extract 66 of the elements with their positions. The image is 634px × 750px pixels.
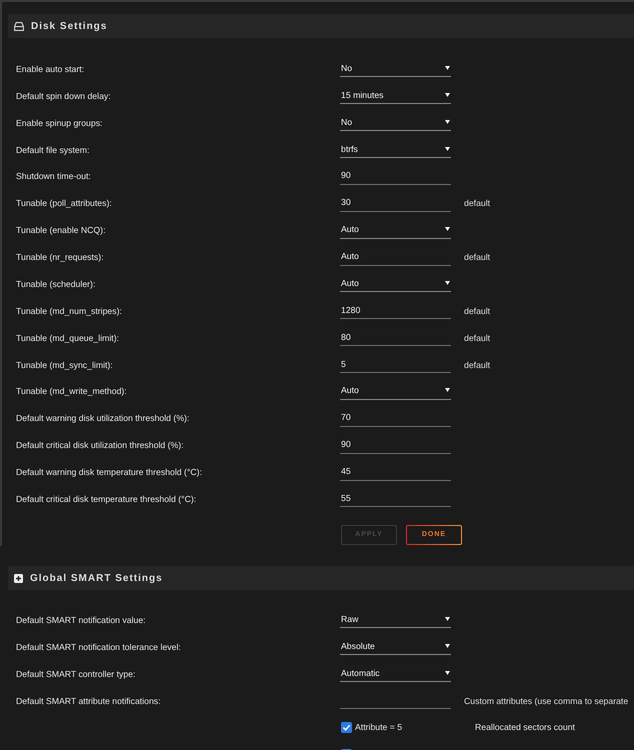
input-field[interactable]: 90 xyxy=(340,436,451,454)
caret-icon xyxy=(445,670,450,675)
caret-icon xyxy=(445,120,450,124)
section-title: Disk Settings xyxy=(31,20,108,32)
field-label: Tunable (nr_requests): xyxy=(16,252,105,262)
input-field[interactable]: 90 xyxy=(340,168,451,185)
field-label: Default critical disk temperature threshold (°C): xyxy=(16,494,198,504)
caret-icon xyxy=(445,616,450,621)
dropdown-select[interactable]: Automatic xyxy=(340,665,451,682)
field-label: Tunable (md_sync_limit): xyxy=(16,360,114,370)
dropdown-select[interactable]: Raw xyxy=(340,611,451,628)
attribute-label: Attribute = 5 xyxy=(355,722,404,732)
dropdown-select[interactable]: Auto xyxy=(340,222,451,239)
caret-icon xyxy=(445,146,450,151)
input-field[interactable]: 70 xyxy=(340,410,451,427)
input-field[interactable]: Auto xyxy=(340,248,451,266)
section-header[interactable]: Global SMART Settings xyxy=(8,566,634,590)
field-label: Tunable (enable NCQ): xyxy=(16,225,106,236)
caret-icon xyxy=(445,388,450,392)
field-label: Tunable (md_write_method): xyxy=(16,386,128,396)
input-field[interactable]: 5 xyxy=(340,356,451,374)
input-field[interactable]: 45 xyxy=(340,464,451,481)
dropdown-select[interactable]: 15 minutes xyxy=(340,87,451,104)
field-label: Default SMART controller type: xyxy=(16,668,136,679)
caret-icon xyxy=(445,227,450,232)
input-field[interactable]: 1280 xyxy=(340,302,451,320)
section-header[interactable]: Disk Settings xyxy=(8,14,634,38)
field-label: Default SMART attribute notifications: xyxy=(16,696,162,706)
field-label: Default SMART notification tolerance level: xyxy=(16,642,182,652)
field-label: Default spin down delay: xyxy=(16,90,112,101)
caret-icon xyxy=(445,644,450,648)
field-label: Default critical disk utilization threshold (%): xyxy=(16,440,185,450)
dropdown-select[interactable]: No xyxy=(340,114,451,132)
field-label: Tunable (scheduler): xyxy=(16,278,96,289)
section-title: Global SMART Settings xyxy=(30,572,163,584)
field-label: Shutdown time-out: xyxy=(16,171,92,182)
hint-text: default xyxy=(464,252,490,262)
field-label: Default warning disk temperature threshold (°C): xyxy=(16,467,203,478)
dropdown-select[interactable]: No xyxy=(340,60,451,78)
field-label: Enable spinup groups: xyxy=(16,118,104,128)
field-label: Default file system: xyxy=(16,144,90,155)
attribute-description: Reallocated sectors count xyxy=(475,722,575,732)
hint-text: Custom attributes (use comma to separate xyxy=(464,696,628,706)
hint-text: default xyxy=(464,360,490,370)
hard-drive-icon xyxy=(14,22,24,30)
hint-text: default xyxy=(464,198,490,208)
input-field[interactable]: 30 xyxy=(340,194,451,212)
field-label: Default SMART notification value: xyxy=(16,614,147,625)
dropdown-select[interactable]: Absolute xyxy=(340,638,451,656)
caret-icon xyxy=(445,92,450,97)
field-label: Tunable (md_queue_limit): xyxy=(16,332,120,343)
input-field[interactable]: 55 xyxy=(340,490,451,508)
hint-text: default xyxy=(464,306,490,316)
plus-square-icon[interactable] xyxy=(14,574,23,582)
field-label: Tunable (poll_attributes): xyxy=(16,198,113,208)
checkbox[interactable] xyxy=(341,722,352,733)
field-label: Default warning disk utilization threshold (%): xyxy=(16,413,190,424)
dropdown-select[interactable]: Auto xyxy=(340,275,451,292)
field-label: Tunable (md_num_stripes): xyxy=(16,306,123,316)
caret-icon xyxy=(445,66,450,70)
hint-text: default xyxy=(464,332,490,343)
dropdown-select[interactable]: Auto xyxy=(340,382,451,400)
caret-icon xyxy=(445,280,450,285)
dropdown-select[interactable]: btrfs xyxy=(340,141,451,158)
field-label: Enable auto start: xyxy=(16,64,86,74)
input-field[interactable]: 80 xyxy=(340,329,451,346)
